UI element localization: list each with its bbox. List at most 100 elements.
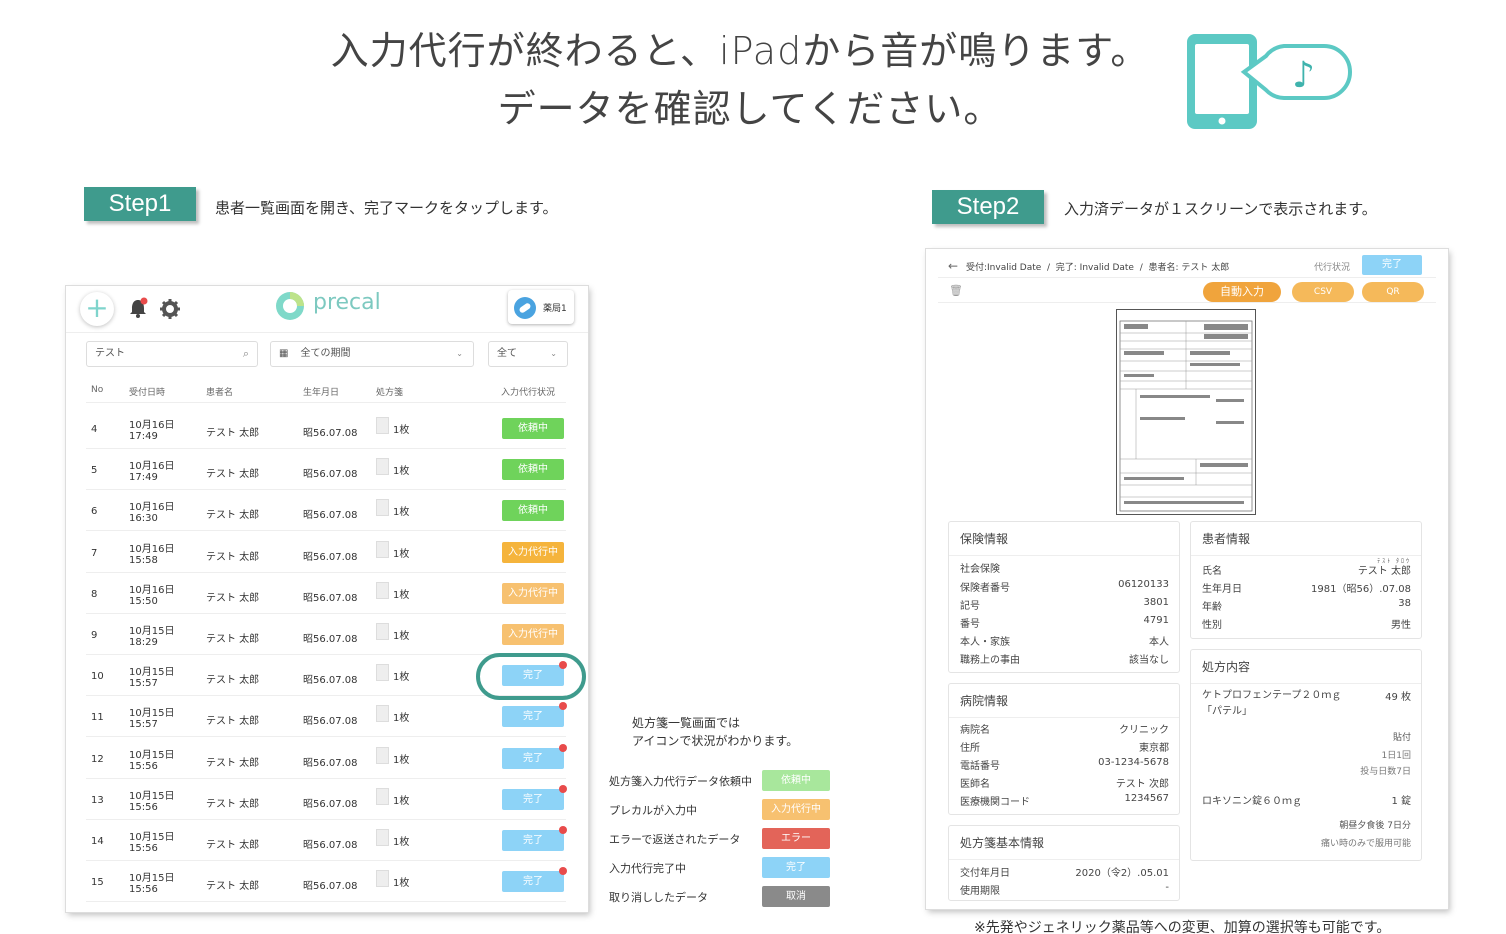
legend-badge: エラー xyxy=(762,828,830,849)
col-name: 患者名 xyxy=(206,388,234,398)
search-input[interactable]: テスト ⌕ xyxy=(86,341,258,367)
user-button[interactable]: 薬局1 xyxy=(508,290,574,324)
table-row[interactable]: 12 10月15日 15:56 テスト 太郎 昭56.07.08 1枚 完了 xyxy=(66,738,588,779)
table-row[interactable]: 13 10月15日 15:56 テスト 太郎 昭56.07.08 1枚 完了 xyxy=(66,779,588,820)
row-birthdate: 昭56.07.08 xyxy=(303,881,358,893)
row-rx-count: 1枚 xyxy=(393,672,410,684)
row-birthdate: 昭56.07.08 xyxy=(303,675,358,687)
prescription-thumb-icon[interactable] xyxy=(376,417,389,434)
rx-drug2-note: 痛い時のみで服用可能 xyxy=(1320,839,1411,849)
status-label: 代行状況 xyxy=(1314,263,1351,273)
table-row[interactable]: 15 10月15日 15:56 テスト 太郎 昭56.07.08 1枚 完了 xyxy=(66,861,588,903)
gear-icon[interactable] xyxy=(159,298,181,320)
row-birthdate: 昭56.07.08 xyxy=(303,551,358,563)
prescription-thumb-icon[interactable] xyxy=(376,705,389,723)
trash-icon[interactable]: 🗑 xyxy=(949,284,963,297)
prescription-thumb-icon[interactable] xyxy=(376,787,389,805)
row-date: 10月16日 xyxy=(129,420,175,431)
status-select[interactable]: 全て ⌄ xyxy=(488,341,568,367)
prescription-thumb-icon[interactable] xyxy=(376,746,389,764)
back-arrow-icon[interactable]: ← xyxy=(948,259,958,273)
rx-drug1-days: 投与日数7日 xyxy=(1360,767,1411,777)
table-row[interactable]: 11 10月15日 15:57 テスト 太郎 昭56.07.08 1枚 完了 xyxy=(66,696,588,738)
hospital-card: 病院情報 病院名 クリニック 住所 東京都 電話番号 03-1234-5678 … xyxy=(948,683,1180,815)
row-rx-count: 1枚 xyxy=(393,878,410,890)
row-status-badge[interactable]: 入力代行中 xyxy=(502,541,564,563)
row-rx-count: 1枚 xyxy=(393,507,410,519)
info-row: 性別 男性 xyxy=(1202,616,1411,631)
auto-input-button[interactable]: 自動入力 xyxy=(1203,282,1281,302)
row-status-badge[interactable]: 完了 xyxy=(502,788,564,810)
table-row[interactable]: 5 10月16日 17:49 テスト 太郎 昭56.07.08 1枚 依頼中 xyxy=(66,449,588,491)
chevron-down-icon: ⌄ xyxy=(550,349,557,358)
row-date: 10月15日 xyxy=(129,667,175,679)
info-value: 1234567 xyxy=(1124,793,1169,804)
row-patient-name: テスト 太郎 xyxy=(206,510,260,522)
row-status-badge[interactable]: 入力代行中 xyxy=(502,624,564,645)
prescription-thumb-icon[interactable] xyxy=(376,499,389,517)
info-key: 使用期限 xyxy=(960,886,1000,897)
row-status-badge[interactable]: 依頼中 xyxy=(502,459,564,481)
info-key: 保険者番号 xyxy=(960,583,1010,594)
legend-badge: 依頼中 xyxy=(762,770,830,791)
step1-badge: Step1 xyxy=(84,187,196,221)
info-row: 本人・家族 本人 xyxy=(960,633,1169,648)
row-patient-name: テスト 太郎 xyxy=(206,840,260,851)
row-time: 15:56 xyxy=(129,843,158,854)
prescription-thumb-icon[interactable] xyxy=(376,540,389,558)
row-patient-name: テスト 太郎 xyxy=(206,428,260,439)
info-key: 本人・家族 xyxy=(960,637,1010,648)
row-date: 10月16日 xyxy=(129,461,175,473)
row-patient-name: テスト 太郎 xyxy=(206,881,260,893)
row-status-badge[interactable]: 依頼中 xyxy=(502,500,564,522)
prescription-thumb-icon[interactable] xyxy=(376,664,389,682)
row-rx-count: 1枚 xyxy=(393,548,410,560)
table-row[interactable]: 4 10月16日 17:49 テスト 太郎 昭56.07.08 1枚 依頼中 xyxy=(66,408,588,449)
info-value: テスト 次郎 xyxy=(1115,779,1169,790)
prescription-thumb-icon[interactable] xyxy=(376,581,389,599)
row-status-badge[interactable]: 完了 xyxy=(502,871,564,893)
row-no: 4 xyxy=(91,424,98,435)
row-time: 16:30 xyxy=(129,513,158,525)
row-status-badge[interactable]: 完了 xyxy=(502,706,564,728)
row-no: 6 xyxy=(91,506,98,518)
table-row[interactable]: 8 10月16日 15:50 テスト 太郎 昭56.07.08 1枚 入力代行中 xyxy=(66,573,588,614)
csv-button[interactable]: CSV xyxy=(1292,282,1354,302)
prescription-thumb-icon[interactable] xyxy=(376,458,389,476)
table-row[interactable]: 9 10月15日 18:29 テスト 太郎 昭56.07.08 1枚 入力代行中 xyxy=(66,614,588,655)
prescription-image[interactable] xyxy=(1116,309,1256,515)
prescription-thumb-icon[interactable] xyxy=(376,623,389,640)
table-row[interactable]: 14 10月15日 15:56 テスト 太郎 昭56.07.08 1枚 完了 xyxy=(66,820,588,861)
insurance-type: 社会保険 xyxy=(960,564,1000,575)
rx-basic-title: 処方箋基本情報 xyxy=(949,826,1179,860)
row-status-badge[interactable]: 完了 xyxy=(502,747,564,769)
prescription-thumb-icon[interactable] xyxy=(376,870,389,888)
rx-drug2-qty: 1 錠 xyxy=(1391,796,1411,807)
step2-badge: Step2 xyxy=(932,190,1044,224)
row-time: 17:49 xyxy=(129,431,158,442)
row-no: 11 xyxy=(91,712,104,724)
qr-button[interactable]: QR xyxy=(1362,282,1424,302)
row-patient-name: テスト 太郎 xyxy=(206,798,260,810)
legend-note: 処方箋一覧画面では アイコンで状況がわかります。 xyxy=(632,716,799,748)
period-select[interactable]: ▦ 全ての期間 ⌄ xyxy=(270,341,474,367)
bell-icon[interactable] xyxy=(127,297,149,319)
row-patient-name: テスト 太郎 xyxy=(206,757,260,769)
row-no: 15 xyxy=(91,877,104,889)
row-time: 18:29 xyxy=(129,637,158,648)
breadcrumb: 受付:Invalid Date / 完了: Invalid Date / 患者名… xyxy=(966,263,1230,273)
row-time: 15:56 xyxy=(129,801,158,813)
row-status-badge[interactable]: 完了 xyxy=(502,830,564,851)
info-key: 氏名 xyxy=(1202,566,1222,577)
row-birthdate: 昭56.07.08 xyxy=(303,510,358,522)
row-status-badge[interactable]: 依頼中 xyxy=(502,418,564,439)
insurance-title: 保険情報 xyxy=(949,522,1179,556)
row-date: 10月15日 xyxy=(129,708,175,720)
row-status-badge[interactable]: 入力代行中 xyxy=(502,582,564,604)
row-date: 10月16日 xyxy=(129,502,175,514)
info-value: クリニック xyxy=(1119,725,1169,736)
add-button[interactable]: + xyxy=(80,292,114,326)
table-row[interactable]: 6 10月16日 16:30 テスト 太郎 昭56.07.08 1枚 依頼中 xyxy=(66,490,588,532)
prescription-thumb-icon[interactable] xyxy=(376,829,389,846)
table-row[interactable]: 7 10月16日 15:58 テスト 太郎 昭56.07.08 1枚 入力代行中 xyxy=(66,532,588,573)
